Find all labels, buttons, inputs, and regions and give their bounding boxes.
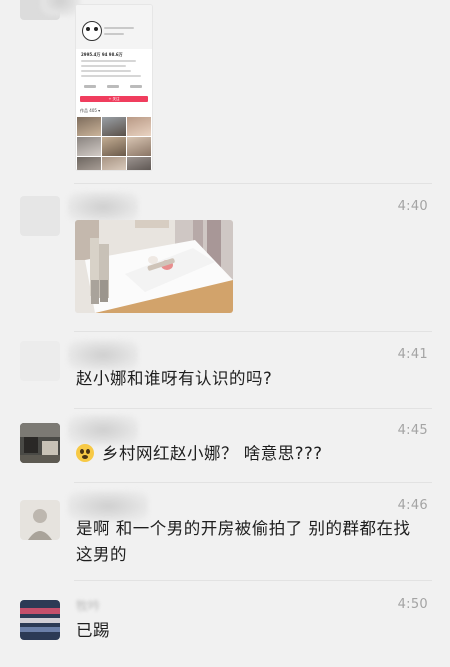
message-body[interactable]: 是啊 和一个男的开房被偷拍了 别的群都在找 这男的 [76, 516, 411, 568]
message-time: 4:45 [397, 423, 428, 438]
video-thumbnail [102, 117, 126, 136]
message-photo: 4:40 [0, 190, 450, 325]
message-text: 4:46 是啊 和一个男的开房被偷拍了 别的群都在找 这男的 [0, 487, 450, 582]
message-line: 这男的 [76, 545, 127, 564]
room-photo-avatar [20, 423, 60, 463]
sender-name-blurred [68, 192, 138, 222]
avatar[interactable] [20, 600, 60, 640]
profile-screenshot-image[interactable]: 2995.4万 94 98.6万 + 关注 作品 405 ▾ [75, 4, 153, 171]
video-thumbnail [102, 137, 126, 156]
divider [74, 580, 432, 581]
message-text: 牧吟 4:50 已踢 [0, 585, 450, 665]
divider [74, 331, 432, 332]
message-text: 4:41 赵小娜和谁呀有认识的吗? [0, 336, 450, 406]
message-time: 4:50 [397, 597, 428, 612]
video-thumbnail [77, 157, 101, 170]
message-body-text: 乡村网红赵小娜？ 啥意思??? [102, 444, 323, 463]
video-thumbnail [102, 157, 126, 170]
message-body[interactable]: 赵小娜和谁呀有认识的吗? [76, 366, 272, 392]
follow-button: + 关注 [80, 96, 148, 102]
bed-scene [75, 220, 233, 313]
divider [74, 183, 432, 184]
avatar[interactable] [20, 500, 60, 540]
bed-photo-image[interactable] [75, 220, 233, 313]
message-text: 4:45 乡村网红赵小娜？ 啥意思??? [0, 413, 450, 483]
message-profile-screenshot: 2995.4万 94 98.6万 + 关注 作品 405 ▾ [0, 0, 450, 175]
grinning-face-icon [76, 444, 94, 462]
message-time: 4:41 [397, 347, 428, 362]
sender-name: 牧吟 [76, 599, 101, 613]
divider [74, 408, 432, 409]
panda-avatar-icon [82, 21, 102, 41]
message-body[interactable]: 乡村网红赵小娜？ 啥意思??? [76, 441, 323, 467]
sender-name-blurred [40, 0, 80, 16]
avatar[interactable] [20, 423, 60, 463]
video-thumbnail [127, 157, 151, 170]
video-thumbnail [77, 137, 101, 156]
message-time: 4:46 [397, 498, 428, 513]
works-tab: 作品 405 ▾ [80, 108, 101, 113]
message-time: 4:40 [397, 199, 428, 214]
video-thumbnail [127, 117, 151, 136]
striped-avatar [20, 600, 60, 640]
chat-history[interactable]: 2995.4万 94 98.6万 + 关注 作品 405 ▾ 4:40 4:41… [0, 0, 450, 667]
video-thumbnail [127, 137, 151, 156]
video-thumbnail [77, 117, 101, 136]
message-body[interactable]: 已踢 [76, 618, 110, 644]
portrait-avatar [20, 500, 60, 540]
profile-stats: 2995.4万 94 98.6万 [81, 52, 123, 57]
message-line: 是啊 和一个男的开房被偷拍了 别的群都在找 [76, 519, 411, 538]
avatar[interactable] [20, 341, 60, 381]
divider [74, 482, 432, 483]
avatar[interactable] [20, 196, 60, 236]
